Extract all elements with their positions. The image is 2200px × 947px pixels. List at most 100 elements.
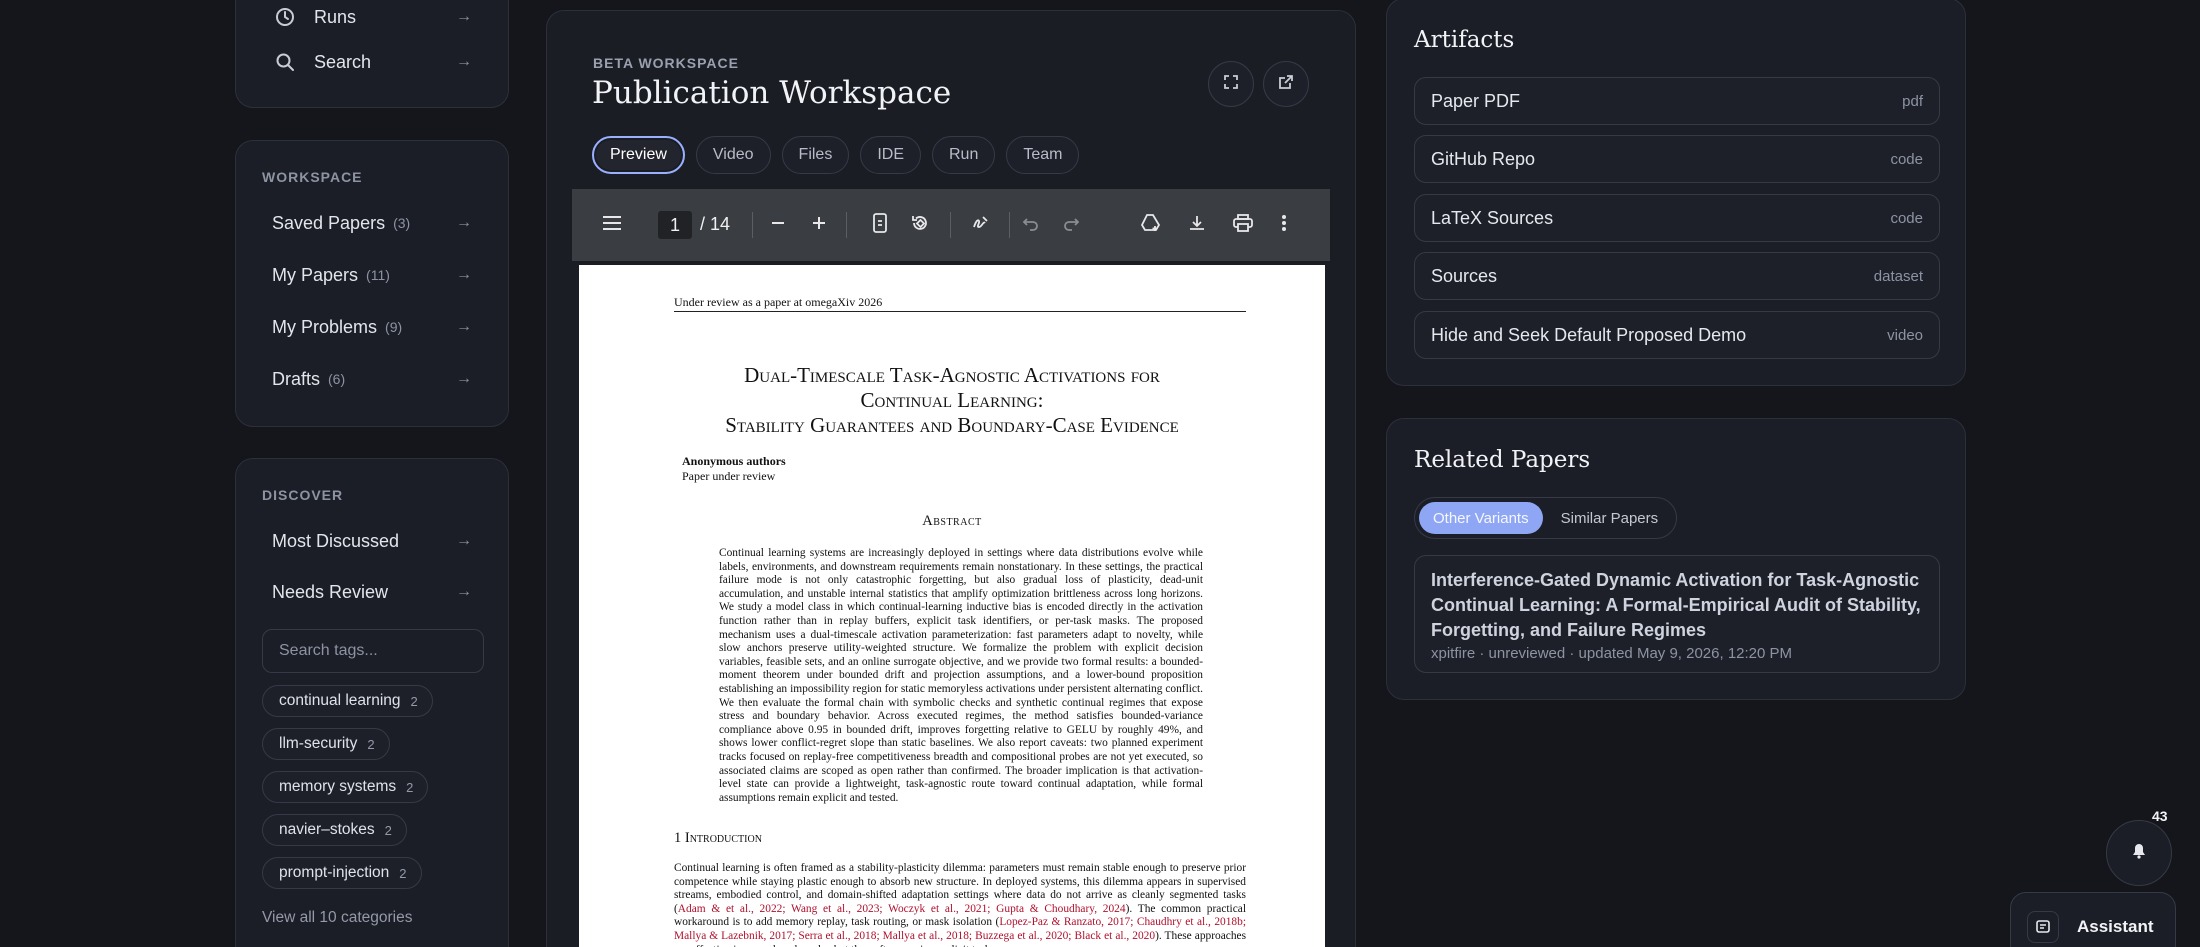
print-button[interactable] [1231, 213, 1255, 237]
nav-item-search[interactable]: Search → [236, 45, 508, 79]
sidebar-item-my-problems[interactable]: My Problems (9) → [272, 312, 472, 342]
tab-other-variants[interactable]: Other Variants [1419, 502, 1543, 534]
drive-save-button[interactable] [1139, 213, 1163, 237]
related-paper-title: Interference-Gated Dynamic Activation fo… [1431, 570, 1921, 640]
related-paper-meta: xpitfire · unreviewed · updated May 9, 2… [1431, 645, 1793, 662]
artifact-item[interactable]: Paper PDF pdf [1414, 77, 1940, 125]
expand-icon [1223, 74, 1239, 95]
arrow-right-icon: → [456, 370, 472, 387]
tag-chip[interactable]: prompt-injection 2 [262, 857, 422, 889]
tag-chip[interactable]: continual learning 2 [262, 685, 433, 717]
sidebar-item-label: My Papers [272, 264, 359, 285]
artifacts-heading: Artifacts [1414, 27, 1515, 53]
tag-label: prompt-injection [279, 864, 390, 881]
artifact-item[interactable]: Sources dataset [1414, 252, 1940, 300]
sidebar-item-saved-papers[interactable]: Saved Papers (3) → [272, 208, 472, 238]
assistant-label: Assistant [2077, 917, 2154, 936]
artifact-item[interactable]: GitHub Repo code [1414, 135, 1940, 183]
sidebar-item-label: My Problems [272, 316, 378, 337]
sidebar-item-my-papers[interactable]: My Papers (11) → [272, 260, 472, 290]
artifact-kind: dataset [1873, 267, 1923, 285]
nav-item-label: Search [314, 51, 372, 72]
minus-icon [770, 215, 786, 236]
tag-label: navier–stokes [279, 821, 375, 838]
redo-button[interactable] [1059, 213, 1083, 237]
tag-count: 2 [410, 693, 418, 709]
annotate-button[interactable] [969, 213, 993, 237]
related-paper-card[interactable]: Interference-Gated Dynamic Activation fo… [1414, 555, 1940, 673]
assistant-button[interactable]: Assistant [2010, 892, 2176, 947]
tag-search-input[interactable] [262, 629, 484, 673]
view-all-categories-link[interactable]: View all 10 categories [262, 909, 413, 927]
rotate-button[interactable] [908, 213, 932, 237]
sidebar-item-drafts[interactable]: Drafts (6) → [272, 364, 472, 394]
clock-icon [274, 6, 296, 28]
tag-chip[interactable]: memory systems 2 [262, 771, 429, 803]
artifact-label: Paper PDF [1431, 90, 1521, 111]
header-rule [674, 311, 1246, 312]
sidebar-item-needs-review[interactable]: Needs Review → [272, 577, 472, 607]
page-total: / 14 [700, 214, 731, 234]
tag-count: 2 [384, 822, 392, 838]
pen-squiggle-icon [971, 213, 991, 238]
abstract-text: Continual learning systems are increasin… [719, 547, 1203, 804]
arrow-right-icon: → [456, 53, 472, 70]
artifact-kind: pdf [1902, 92, 1923, 110]
artifact-kind: code [1890, 150, 1923, 168]
fullscreen-button[interactable] [1208, 61, 1254, 107]
search-icon [274, 51, 296, 73]
more-options-button[interactable] [1272, 213, 1296, 237]
related-tabs: Other Variants Similar Papers [1414, 497, 1678, 539]
tag-label: memory systems [279, 778, 397, 795]
pdf-page: Under review as a paper at omegaXiv 2026… [579, 265, 1325, 947]
plus-icon [811, 215, 827, 236]
paper-running-header: Under review as a paper at omegaXiv 2026 [674, 295, 883, 309]
paper-authors: Anonymous authors [682, 454, 786, 468]
tag-chip[interactable]: navier–stokes 2 [262, 814, 407, 846]
sidebar-item-most-discussed[interactable]: Most Discussed → [272, 526, 472, 556]
toolbar-divider [950, 212, 951, 238]
page-fit-icon [872, 212, 888, 238]
undo-button[interactable] [1019, 213, 1043, 237]
arrow-right-icon: → [456, 532, 472, 549]
zoom-in-button[interactable] [807, 213, 831, 237]
tab-video[interactable]: Video [695, 136, 771, 174]
artifact-item[interactable]: LaTeX Sources code [1414, 194, 1940, 242]
open-external-button[interactable] [1263, 61, 1309, 107]
paper-affiliation: Paper under review [682, 469, 776, 483]
citation-link[interactable]: Adam & et al., 2022; Wang et al., 2023; … [678, 903, 1126, 915]
related-heading: Related Papers [1414, 447, 1591, 473]
zoom-out-button[interactable] [766, 213, 790, 237]
tag-count: 2 [367, 736, 375, 752]
tab-run[interactable]: Run [932, 136, 996, 174]
item-count: (3) [393, 215, 411, 231]
tab-preview[interactable]: Preview [592, 136, 685, 174]
paper-title-line: Continual Learning: [860, 388, 1044, 412]
undo-icon [1022, 215, 1040, 236]
tab-similar-papers[interactable]: Similar Papers [1547, 502, 1673, 534]
artifact-item[interactable]: Hide and Seek Default Proposed Demo vide… [1414, 311, 1940, 359]
discover-nav-panel: DISCOVER Most Discussed → Needs Review →… [235, 458, 509, 947]
toolbar-divider [846, 212, 847, 238]
section-title: WORKSPACE [262, 169, 363, 185]
download-button[interactable] [1185, 213, 1209, 237]
artifact-kind: code [1890, 209, 1923, 227]
download-icon [1188, 214, 1206, 237]
abstract-heading: Abstract [922, 513, 982, 529]
fit-page-button[interactable] [868, 212, 892, 238]
page-number-input[interactable]: 1 [658, 211, 692, 239]
rotate-icon [910, 213, 930, 238]
paper-title-line: Stability Guarantees and Boundary-Case E… [725, 413, 1179, 437]
arrow-right-icon: → [456, 8, 472, 25]
nav-item-runs[interactable]: Runs → [236, 0, 508, 34]
tab-team[interactable]: Team [1006, 136, 1080, 174]
tag-chip[interactable]: llm-security 2 [262, 728, 390, 760]
notifications-button[interactable] [2106, 820, 2172, 886]
tab-ide[interactable]: IDE [860, 136, 921, 174]
notification-count-badge: 43 [2152, 808, 2168, 824]
tab-files[interactable]: Files [781, 136, 850, 174]
top-nav-panel: Runs → Search → [235, 0, 509, 108]
sidebar-toggle-button[interactable] [600, 213, 624, 237]
sidebar-item-label: Drafts [272, 368, 321, 389]
tag-count: 2 [399, 865, 407, 881]
